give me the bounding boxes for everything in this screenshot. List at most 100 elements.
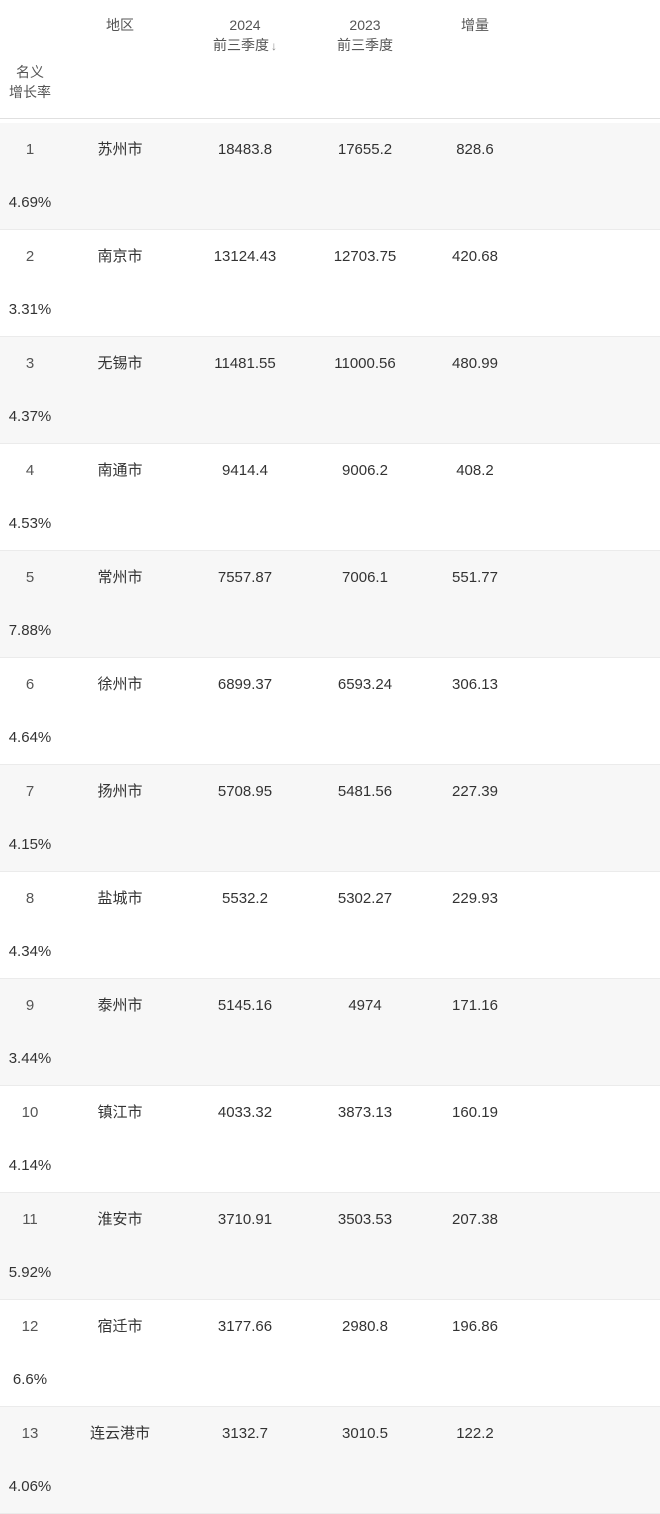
cell-gdp2024: 5708.95 (180, 765, 310, 818)
cell-gdp2023: 6593.24 (310, 658, 420, 711)
table-row: 6 徐州市 6899.37 6593.24 306.13 4.64% (0, 658, 660, 765)
table-row: 5 常州市 7557.87 7006.1 551.77 7.88% (0, 551, 660, 658)
cell-growth: 4.64% (0, 711, 60, 764)
cell-gdp2024: 7557.87 (180, 551, 310, 604)
cell-growth: 4.53% (0, 497, 60, 550)
cell-increase: 828.6 (420, 123, 530, 176)
cell-increase: 306.13 (420, 658, 530, 711)
cell-growth: 3.31% (0, 283, 60, 336)
cell-region: 无锡市 (60, 337, 180, 390)
cell-rank: 5 (0, 551, 60, 604)
cell-gdp2023: 4974 (310, 979, 420, 1032)
cell-gdp2023: 2980.8 (310, 1300, 420, 1353)
cell-increase: 207.38 (420, 1193, 530, 1246)
header-2023: 2023前三季度 (310, 12, 420, 59)
cell-rank: 3 (0, 337, 60, 390)
cell-gdp2024: 9414.4 (180, 444, 310, 497)
cell-rank: 13 (0, 1407, 60, 1460)
cell-rank: 11 (0, 1193, 60, 1246)
header-growth: 名义增长率 (0, 59, 60, 106)
cell-increase: 227.39 (420, 765, 530, 818)
cell-gdp2024: 3710.91 (180, 1193, 310, 1246)
table-row: 3 无锡市 11481.55 11000.56 480.99 4.37% (0, 337, 660, 444)
cell-region: 连云港市 (60, 1407, 180, 1460)
cell-gdp2023: 7006.1 (310, 551, 420, 604)
cell-growth: 6.6% (0, 1353, 60, 1406)
cell-gdp2024: 4033.32 (180, 1086, 310, 1139)
cell-rank: 10 (0, 1086, 60, 1139)
table-row: 1 苏州市 18483.8 17655.2 828.6 4.69% (0, 123, 660, 230)
cell-gdp2023: 12703.75 (310, 230, 420, 283)
header-rank (0, 12, 60, 59)
cell-rank: 7 (0, 765, 60, 818)
cell-rank: 1 (0, 123, 60, 176)
cell-gdp2023: 5481.56 (310, 765, 420, 818)
table-row: 10 镇江市 4033.32 3873.13 160.19 4.14% (0, 1086, 660, 1193)
cell-region: 淮安市 (60, 1193, 180, 1246)
cell-rank: 4 (0, 444, 60, 497)
table-row: 2 南京市 13124.43 12703.75 420.68 3.31% (0, 230, 660, 337)
cell-gdp2023: 17655.2 (310, 123, 420, 176)
table-row: 4 南通市 9414.4 9006.2 408.2 4.53% (0, 444, 660, 551)
header-increase: 增量 (420, 12, 530, 59)
cell-growth: 7.88% (0, 604, 60, 657)
cell-gdp2024: 5532.2 (180, 872, 310, 925)
cell-growth: 4.37% (0, 390, 60, 443)
cell-region: 徐州市 (60, 658, 180, 711)
header-region: 地区 (60, 12, 180, 59)
table-body: 1 苏州市 18483.8 17655.2 828.6 4.69% 2 南京市 … (0, 123, 660, 1514)
cell-gdp2024: 13124.43 (180, 230, 310, 283)
cell-increase: 196.86 (420, 1300, 530, 1353)
sort-icon: ↓ (271, 39, 277, 53)
cell-gdp2023: 3503.53 (310, 1193, 420, 1246)
table-row: 11 淮安市 3710.91 3503.53 207.38 5.92% (0, 1193, 660, 1300)
cell-increase: 480.99 (420, 337, 530, 390)
cell-gdp2023: 3010.5 (310, 1407, 420, 1460)
cell-increase: 229.93 (420, 872, 530, 925)
cell-region: 南京市 (60, 230, 180, 283)
cell-rank: 9 (0, 979, 60, 1032)
cell-gdp2024: 18483.8 (180, 123, 310, 176)
cell-increase: 551.77 (420, 551, 530, 604)
table-header: 地区 2024前三季度↓ 2023前三季度 增量 名义增长率 (0, 0, 660, 119)
cell-growth: 4.69% (0, 176, 60, 229)
cell-region: 常州市 (60, 551, 180, 604)
cell-region: 扬州市 (60, 765, 180, 818)
cell-growth: 3.44% (0, 1032, 60, 1085)
cell-region: 宿迁市 (60, 1300, 180, 1353)
cell-gdp2023: 11000.56 (310, 337, 420, 390)
cell-gdp2023: 3873.13 (310, 1086, 420, 1139)
table-row: 7 扬州市 5708.95 5481.56 227.39 4.15% (0, 765, 660, 872)
cell-growth: 5.92% (0, 1246, 60, 1299)
cell-rank: 6 (0, 658, 60, 711)
cell-increase: 160.19 (420, 1086, 530, 1139)
cell-region: 盐城市 (60, 872, 180, 925)
cell-gdp2024: 3177.66 (180, 1300, 310, 1353)
cell-region: 镇江市 (60, 1086, 180, 1139)
cell-increase: 420.68 (420, 230, 530, 283)
header-2024[interactable]: 2024前三季度↓ (180, 12, 310, 59)
table-row: 9 泰州市 5145.16 4974 171.16 3.44% (0, 979, 660, 1086)
cell-gdp2024: 3132.7 (180, 1407, 310, 1460)
cell-growth: 4.06% (0, 1460, 60, 1513)
cell-growth: 4.14% (0, 1139, 60, 1192)
cell-region: 南通市 (60, 444, 180, 497)
cell-growth: 4.15% (0, 818, 60, 871)
cell-gdp2024: 5145.16 (180, 979, 310, 1032)
cell-growth: 4.34% (0, 925, 60, 978)
cell-increase: 122.2 (420, 1407, 530, 1460)
gdp-table: 地区 2024前三季度↓ 2023前三季度 增量 名义增长率 1 苏州市 184… (0, 0, 660, 1514)
table-row: 13 连云港市 3132.7 3010.5 122.2 4.06% (0, 1407, 660, 1514)
cell-increase: 408.2 (420, 444, 530, 497)
cell-gdp2024: 11481.55 (180, 337, 310, 390)
cell-gdp2023: 9006.2 (310, 444, 420, 497)
cell-rank: 2 (0, 230, 60, 283)
table-row: 8 盐城市 5532.2 5302.27 229.93 4.34% (0, 872, 660, 979)
cell-gdp2023: 5302.27 (310, 872, 420, 925)
cell-rank: 12 (0, 1300, 60, 1353)
cell-rank: 8 (0, 872, 60, 925)
cell-region: 苏州市 (60, 123, 180, 176)
cell-gdp2024: 6899.37 (180, 658, 310, 711)
table-row: 12 宿迁市 3177.66 2980.8 196.86 6.6% (0, 1300, 660, 1407)
cell-increase: 171.16 (420, 979, 530, 1032)
